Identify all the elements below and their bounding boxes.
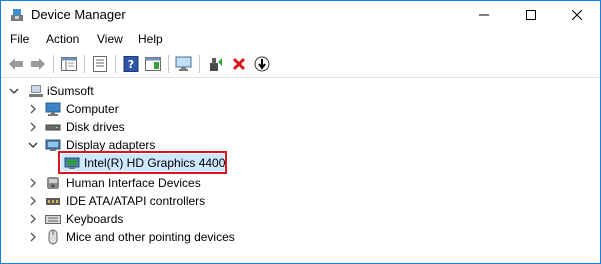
tree-label-human-interface-devices: Human Interface Devices: [66, 176, 201, 190]
menu-view[interactable]: View: [97, 32, 123, 46]
tree-root-label: iSumsoft: [47, 84, 94, 98]
expand-chevron-icon[interactable]: [28, 178, 38, 188]
properties-sheet-icon: [93, 56, 107, 72]
tree-node-ide-ata-atapi-controllers[interactable]: IDE ATA/ATAPI controllers: [1, 192, 301, 210]
monitor-scan-icon: [175, 56, 192, 71]
menu-help[interactable]: Help: [138, 32, 163, 46]
tree-node-human-interface-devices[interactable]: Human Interface Devices: [1, 174, 301, 192]
disk-drive-icon: [45, 119, 61, 135]
device-manager-window: Device Manager File Action View Help ? i…: [0, 0, 601, 264]
device-manager-app-icon: [9, 7, 25, 23]
properties-button[interactable]: [90, 54, 110, 74]
tree-node-root[interactable]: iSumsoft: [1, 82, 301, 100]
collapse-chevron-icon[interactable]: [9, 86, 19, 96]
expand-chevron-icon[interactable]: [28, 104, 38, 114]
title-bar[interactable]: Device Manager: [1, 1, 600, 29]
show-hide-console-tree-button[interactable]: [59, 54, 79, 74]
svg-text:?: ?: [128, 58, 134, 71]
scan-for-hardware-changes-button[interactable]: [174, 54, 194, 74]
download-circle-icon: [254, 56, 270, 72]
ide-controller-icon: [45, 193, 61, 209]
highlight-annotation-box: [58, 151, 227, 174]
console-tree-icon: [61, 57, 77, 71]
maximize-button[interactable]: [508, 1, 554, 29]
computer-icon: [45, 101, 61, 117]
menu-bar: File Action View Help: [1, 29, 600, 49]
disable-device-button[interactable]: [252, 54, 272, 74]
help-book-icon: ?: [123, 56, 139, 72]
window-title: Device Manager: [31, 7, 126, 22]
tree-node-keyboards[interactable]: Keyboards: [1, 210, 301, 228]
tree-label-keyboards: Keyboards: [66, 212, 124, 226]
menu-file[interactable]: File: [10, 32, 29, 46]
mouse-icon: [45, 229, 61, 245]
expand-chevron-icon[interactable]: [28, 232, 38, 242]
action-pane-button[interactable]: [143, 54, 163, 74]
tree-label-disk-drives: Disk drives: [66, 120, 125, 134]
tree-label-computer: Computer: [66, 102, 119, 116]
back-arrow-icon: [9, 58, 23, 70]
update-driver-button[interactable]: [206, 54, 226, 74]
forward-button[interactable]: [28, 54, 48, 74]
expand-chevron-icon[interactable]: [28, 214, 38, 224]
uninstall-x-icon: [232, 57, 246, 71]
close-button[interactable]: [554, 1, 600, 29]
back-button[interactable]: [6, 54, 26, 74]
hid-icon: [45, 175, 61, 191]
action-pane-icon: [145, 57, 161, 71]
help-button[interactable]: ?: [121, 54, 141, 74]
tree-node-disk-drives[interactable]: Disk drives: [1, 118, 301, 136]
uninstall-device-button[interactable]: [229, 54, 249, 74]
toolbar: ?: [1, 51, 600, 78]
tree-node-computer[interactable]: Computer: [1, 100, 301, 118]
expand-chevron-icon[interactable]: [28, 122, 38, 132]
menu-action[interactable]: Action: [46, 32, 79, 46]
tree-node-mice[interactable]: Mice and other pointing devices: [1, 228, 301, 246]
computer-root-icon: [28, 83, 44, 99]
minimize-button[interactable]: [461, 1, 507, 29]
device-tree[interactable]: iSumsoft Computer Disk drives Display ad…: [1, 79, 600, 263]
keyboard-icon: [45, 211, 61, 227]
update-driver-icon: [210, 58, 222, 71]
expand-chevron-icon[interactable]: [28, 196, 38, 206]
tree-label-mice: Mice and other pointing devices: [66, 230, 235, 244]
collapse-chevron-icon[interactable]: [28, 140, 38, 150]
forward-arrow-icon: [31, 58, 45, 70]
tree-label-ide-ata-atapi-controllers: IDE ATA/ATAPI controllers: [66, 194, 206, 208]
